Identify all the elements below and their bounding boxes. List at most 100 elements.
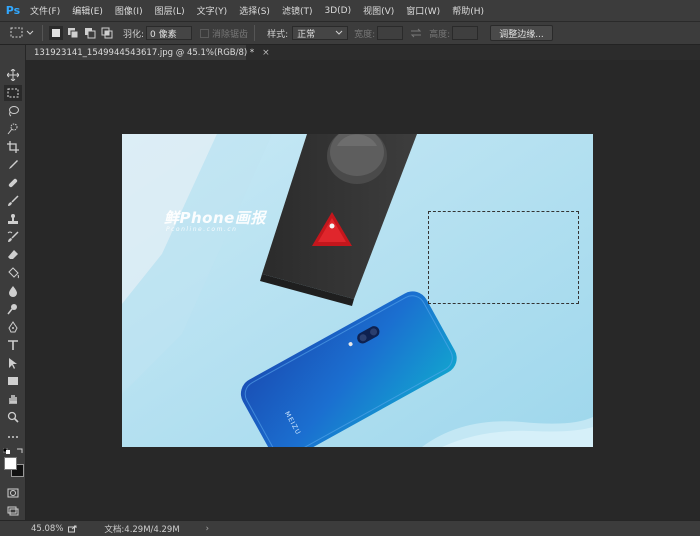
rectangle-icon — [8, 377, 18, 385]
options-bar: 羽化: 0 像素 消除锯齿 样式: 正常 宽度: 高度: 调整边缘... — [0, 22, 700, 45]
quick-select-tool[interactable] — [4, 121, 22, 137]
document-tab-bar: 131923141_1549944543617.jpg @ 45.1%(RGB/… — [26, 45, 700, 60]
intersect-selection-button[interactable] — [100, 26, 114, 40]
subtract-selection-icon — [85, 28, 96, 39]
crop-tool[interactable] — [4, 139, 22, 155]
document-tab-title: 131923141_1549944543617.jpg @ 45.1%(RGB/… — [34, 47, 255, 58]
height-input[interactable] — [452, 26, 479, 40]
zoom-level[interactable]: 45.08% — [31, 524, 63, 534]
menu-filter[interactable]: 滤镜(T) — [276, 4, 319, 17]
move-icon — [7, 69, 19, 81]
type-tool[interactable] — [4, 337, 22, 353]
menu-view[interactable]: 视图(V) — [357, 4, 400, 17]
brush-icon — [8, 195, 19, 206]
ellipsis-icon — [8, 436, 18, 438]
quick-select-icon — [7, 123, 18, 135]
clone-stamp-tool[interactable] — [4, 211, 22, 227]
add-selection-button[interactable] — [66, 26, 80, 40]
separator — [42, 25, 43, 41]
document-tab[interactable]: 131923141_1549944543617.jpg @ 45.1%(RGB/… — [26, 45, 270, 60]
tool-preset-picker[interactable] — [8, 24, 36, 42]
pen-icon — [8, 321, 18, 333]
status-menu-arrow[interactable]: › — [206, 524, 209, 534]
close-icon[interactable]: × — [262, 48, 270, 58]
rect-marquee-icon — [7, 88, 19, 98]
swap-colors-icon[interactable] — [16, 447, 24, 453]
swap-dimensions-icon[interactable] — [409, 27, 423, 39]
new-selection-icon — [52, 29, 60, 37]
antialias-label: 消除锯齿 — [212, 29, 249, 40]
style-select[interactable]: 正常 — [292, 26, 349, 40]
watermark-subtitle: Pconline.com.cn — [166, 226, 238, 233]
eyedropper-tool[interactable] — [4, 157, 22, 173]
eraser-tool[interactable] — [4, 247, 22, 263]
antialias-checkbox[interactable] — [200, 28, 210, 38]
zoom-tool[interactable] — [4, 409, 22, 425]
menu-layer[interactable]: 图层(L) — [149, 4, 191, 17]
document-image[interactable]: 鲜Phone画报 Pconline.com.cn MEIZU — [122, 134, 593, 447]
menu-bar: Ps 文件(F) 编辑(E) 图像(I) 图层(L) 文字(Y) 选择(S) 滤… — [0, 0, 700, 22]
style-label: 样式: — [267, 29, 289, 40]
foreground-color-swatch[interactable] — [4, 457, 17, 470]
width-label: 宽度: — [354, 29, 376, 40]
menu-file[interactable]: 文件(F) — [24, 4, 66, 17]
stamp-icon — [8, 214, 18, 224]
lasso-icon — [9, 106, 19, 117]
style-select-value: 正常 — [297, 29, 316, 40]
eraser-icon — [8, 250, 18, 259]
screen-mode-button[interactable] — [4, 503, 22, 519]
quick-mask-icon — [7, 488, 19, 498]
feather-label: 羽化: — [123, 29, 145, 40]
brush-tool[interactable] — [4, 193, 22, 209]
marquee-tool[interactable] — [4, 85, 22, 101]
height-label: 高度: — [429, 29, 451, 40]
menu-window[interactable]: 窗口(W) — [400, 4, 446, 17]
new-selection-button[interactable] — [49, 26, 63, 40]
document-size: 文档:4.29M/4.29M — [104, 524, 180, 535]
refine-edge-button[interactable]: 调整边缘... — [490, 25, 553, 41]
magnifier-icon — [7, 411, 19, 423]
default-colors-icon[interactable] — [2, 447, 11, 454]
export-icon[interactable] — [68, 525, 78, 533]
dodge-icon — [7, 304, 17, 315]
menu-help[interactable]: 帮助(H) — [446, 4, 490, 17]
history-brush-icon — [7, 231, 19, 242]
photoshop-logo[interactable]: Ps — [2, 0, 24, 22]
rect-marquee-icon — [10, 27, 34, 38]
width-input[interactable] — [377, 26, 404, 40]
canvas-area[interactable]: 鲜Phone画报 Pconline.com.cn MEIZU — [26, 60, 700, 520]
menu-type[interactable]: 文字(Y) — [191, 4, 234, 17]
add-selection-icon — [68, 28, 79, 39]
lasso-tool[interactable] — [4, 103, 22, 119]
path-select-tool[interactable] — [4, 355, 22, 371]
toolbox — [0, 45, 26, 520]
menu-image[interactable]: 图像(I) — [109, 4, 149, 17]
hand-icon — [9, 395, 17, 404]
quick-mask-button[interactable] — [4, 485, 22, 501]
screen-mode-icon — [7, 506, 19, 516]
healing-brush-tool[interactable] — [4, 175, 22, 191]
subtract-selection-button[interactable] — [83, 26, 97, 40]
hand-tool[interactable] — [4, 391, 22, 407]
intersect-selection-icon — [101, 27, 113, 39]
bandage-icon — [8, 178, 18, 188]
status-bar: 45.08% 文档:4.29M/4.29M › — [0, 520, 700, 536]
paint-bucket-tool[interactable] — [4, 265, 22, 281]
menu-3d[interactable]: 3D(D) — [318, 6, 357, 16]
menu-edit[interactable]: 编辑(E) — [66, 4, 109, 17]
selection-marquee[interactable] — [428, 211, 579, 304]
eyedropper-icon — [9, 160, 18, 169]
pen-tool[interactable] — [4, 319, 22, 335]
move-tool[interactable] — [4, 67, 22, 83]
history-brush-tool[interactable] — [4, 229, 22, 245]
blur-tool[interactable] — [4, 283, 22, 299]
crop-icon — [7, 141, 19, 153]
dodge-tool[interactable] — [4, 301, 22, 317]
rectangle-tool[interactable] — [4, 373, 22, 389]
menu-select[interactable]: 选择(S) — [233, 4, 276, 17]
watermark-title: 鲜Phone画报 — [164, 209, 266, 227]
more-tools-button[interactable] — [4, 429, 22, 445]
chevron-down-icon — [335, 30, 343, 35]
arrow-cursor-icon — [9, 358, 17, 369]
feather-input[interactable]: 0 像素 — [146, 26, 193, 40]
